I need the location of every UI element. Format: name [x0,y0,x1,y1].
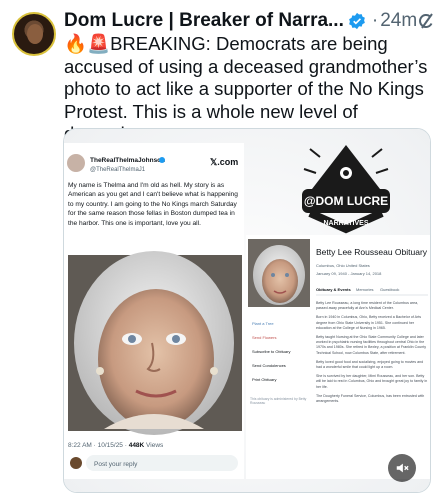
embedded-post-body: My name is Thelma and I'm old as hell. M… [68,182,238,227]
obituary-action-subscribe[interactable]: Subscribe to Obituary [252,349,290,354]
obituary-title: Betty Lee Rousseau Obituary [316,247,428,257]
obituary-action-send-flowers[interactable]: Send Flowers [252,335,276,340]
author-avatar[interactable] [12,12,56,56]
separator-dot: · [371,10,379,31]
obituary-photo [248,239,310,307]
obituary-paragraph: Born in 1940 in Columbus, Ohio, Betty re… [316,315,422,330]
obituary-tab-guestbook[interactable]: Guestbook [380,287,399,292]
author-name[interactable]: Dom Lucre | Breaker of Narra... [64,10,344,32]
collage-svg: TheRealThelmaJohnson @TheRealThelmaJ1 𝕏.… [64,129,430,492]
obituary-paragraph: The Dougherty Funeral Service, Columbus,… [316,393,425,404]
embedded-display-name: TheRealThelmaJohnson [90,157,165,164]
obituary-paragraph: Betty loved good food and socializing, e… [316,359,424,370]
embedded-verified-icon [159,157,165,163]
grok-icon[interactable] [417,11,437,31]
embedded-timestamp: 8:22 AM · 10/15/25 · 448K Views [68,442,164,449]
portrait-photo [68,251,242,435]
reply-avatar [70,457,82,469]
obituary-tab-memories[interactable]: Memories [356,287,374,292]
obituary-paragraph: She is survived by her daughter, Mimi Ro… [316,374,428,389]
tweet-time[interactable]: 24m [380,10,417,32]
watermark-text: @DOM LUCRE [304,194,388,208]
tweet-media-image[interactable]: TheRealThelmaJohnson @TheRealThelmaJ1 𝕏.… [63,128,431,493]
obituary-paragraph: Betty taught Nursing at the Ohio State C… [316,335,427,355]
volume-muted-icon[interactable] [388,454,416,482]
verified-badge-icon [348,12,366,30]
obituary-action-condolences[interactable]: Send Condolences [252,363,286,368]
obituary-admin-note: This obituary is administered by Betty R… [250,397,307,406]
obituary-location: Columbus, Ohio United States [316,263,370,268]
obituary-tab-obituary[interactable]: Obituary & Events [316,287,351,292]
obituary-action-print[interactable]: Print Obituary [252,377,276,382]
obituary-paragraph: Betty Lee Rousseau, a long time resident… [316,301,419,311]
embedded-handle: @TheRealThelmaJ1 [90,167,146,173]
obituary-body: Betty Lee Rousseau, a long time resident… [316,301,428,404]
embedded-platform-logo: 𝕏.com [210,157,238,167]
obituary-dates: January 09, 1940 - January 14, 2018 [316,271,382,276]
embedded-avatar [67,154,85,172]
tweet-header: Dom Lucre | Breaker of Narra... · 24m [64,8,433,34]
watermark-subtext: NARRATIVES [324,220,369,227]
obituary-action-plant-tree[interactable]: Plant a Tree [252,321,274,326]
reply-placeholder[interactable]: Post your reply [94,461,138,468]
